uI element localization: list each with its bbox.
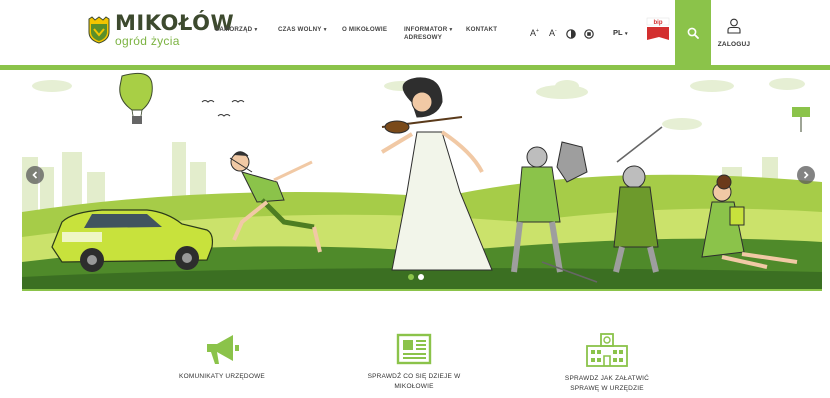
hero-bottom-divider: [22, 289, 822, 291]
feature-label-line2: SPRAWĘ W URZĘDZIE: [570, 385, 644, 392]
user-icon: [727, 18, 741, 34]
site-header: MIKOŁÓW ogród życia SAMORZĄD▼ CZAS WOLNY…: [0, 0, 830, 66]
language-label: PL: [613, 28, 623, 37]
feature-label: SPRAWDŹ CO SIĘ DZIEJE W MIKOŁOWIE: [344, 372, 484, 392]
feature-urzad[interactable]: SPRAWDZ JAK ZAŁATWIĆ SPRAWĘ W URZĘDZIE: [537, 332, 677, 394]
feature-label-line1: KOMUNIKATY URZĘDOWE: [179, 373, 265, 380]
feature-label-line1: SPRAWDZ JAK ZAŁATWIĆ: [564, 375, 650, 382]
nav-item-samorzad[interactable]: SAMORZĄD▼: [215, 26, 259, 34]
contrast-icon[interactable]: [566, 29, 576, 39]
font-decrease-button[interactable]: A-: [549, 28, 557, 38]
nav-item-label: KONTAKT: [466, 26, 498, 33]
language-select[interactable]: PL ▾: [613, 28, 628, 37]
feature-label: SPRAWDZ JAK ZAŁATWIĆ SPRAWĘ W URZĘDZIE: [537, 374, 677, 394]
stop-animation-icon[interactable]: [584, 29, 594, 39]
slider-dot[interactable]: [408, 274, 414, 280]
nav-item-label: O MIKOŁOWIE: [342, 26, 388, 33]
feature-label-line2: MIKOŁOWIE: [394, 383, 434, 390]
megaphone-icon: [207, 335, 239, 364]
site-logo[interactable]: MIKOŁÓW ogród życia: [88, 13, 234, 47]
caret-down-icon: ▼: [322, 27, 328, 33]
city-hall-icon: [586, 333, 628, 367]
feature-label: KOMUNIKATY URZĘDOWE: [152, 372, 292, 382]
slider-dots: [408, 274, 424, 280]
search-button[interactable]: [675, 0, 711, 66]
feature-komunikaty[interactable]: KOMUNIKATY URZĘDOWE: [152, 332, 292, 382]
slider-dot[interactable]: [418, 274, 424, 280]
font-decrease-sup: -: [555, 28, 557, 34]
login-label: ZALOGUJ: [717, 41, 751, 48]
slider-prev-button[interactable]: [26, 166, 44, 184]
nav-item-label: SAMORZĄD: [215, 26, 253, 33]
slider-next-button[interactable]: [797, 166, 815, 184]
caret-down-icon: ▼: [253, 27, 259, 33]
nav-item-label: CZAS WOLNY: [278, 26, 322, 33]
feature-label-line1: SPRAWDŹ CO SIĘ DZIEJE W: [367, 373, 461, 380]
nav-item-label: ADRESOWY: [404, 34, 443, 41]
search-icon: [687, 27, 699, 39]
chevron-left-icon: [32, 171, 38, 179]
nav-item-label: INFORMATOR: [404, 26, 448, 33]
hero-illustration: [22, 72, 822, 290]
nav-item-informator-adresowy[interactable]: INFORMATOR▼ ADRESOWY: [404, 26, 454, 42]
caret-down-icon: ▾: [623, 31, 628, 37]
header-divider: [0, 65, 830, 70]
chevron-right-icon: [803, 171, 809, 179]
login-button[interactable]: ZALOGUJ: [714, 18, 754, 48]
newspaper-icon: [396, 333, 432, 365]
caret-down-icon: ▼: [448, 27, 454, 33]
logo-subtitle: ogród życia: [115, 34, 180, 48]
feature-wydarzenia[interactable]: SPRAWDŹ CO SIĘ DZIEJE W MIKOŁOWIE: [344, 332, 484, 392]
font-increase-button[interactable]: A+: [530, 28, 539, 38]
font-increase-sup: +: [536, 28, 539, 34]
nav-item-czas-wolny[interactable]: CZAS WOLNY▼: [278, 26, 328, 34]
nav-item-o-mikolowie[interactable]: O MIKOŁOWIE: [342, 26, 387, 34]
nav-item-kontakt[interactable]: KONTAKT: [466, 26, 497, 34]
hero-slider: [22, 72, 822, 290]
bip-logo[interactable]: bip: [645, 16, 671, 46]
crest-icon: [88, 16, 110, 44]
bip-label: bip: [654, 20, 663, 26]
